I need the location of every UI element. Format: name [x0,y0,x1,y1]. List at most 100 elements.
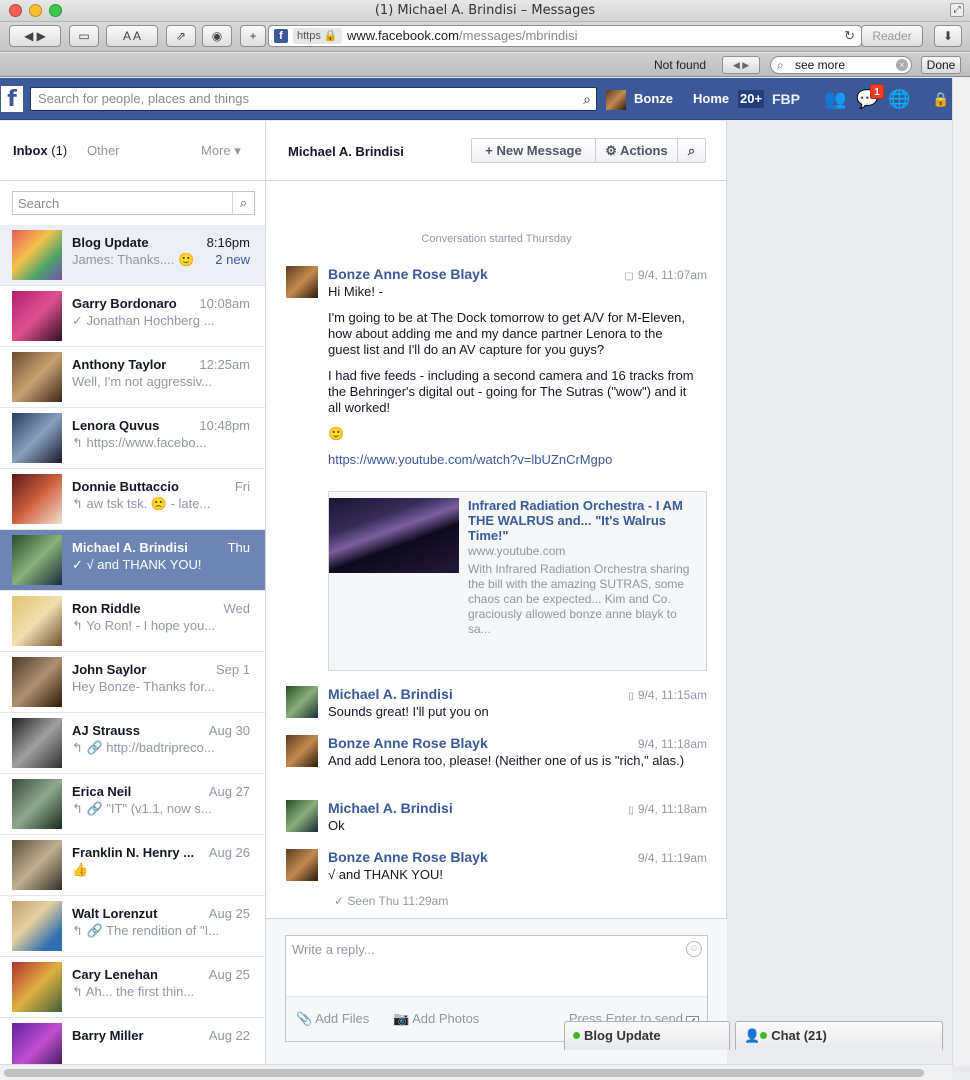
fbp-link[interactable]: FBP [772,88,800,110]
thread-name: Donnie Buttaccio [72,479,179,494]
message-sender[interactable]: Michael A. Brindisi [328,686,453,702]
other-tab[interactable]: Other [87,143,120,158]
thread-item[interactable]: Anthony Taylor 12:25am Well, I'm not agg… [0,347,265,408]
thread-item[interactable]: Donnie Buttaccio Fri ↰ aw tsk tsk. 🙁 - l… [0,469,265,530]
search-icon[interactable]: ⌕ [677,138,706,163]
thread-item[interactable]: John Saylor Sep 1 Hey Bonze- Thanks for.… [0,652,265,713]
text-size-buttons[interactable]: A A [106,25,158,47]
find-input[interactable]: ⌕ see more × [770,56,912,74]
avatar [12,535,62,585]
fullscreen-icon[interactable]: ⤢ [950,3,964,17]
online-dot-icon [760,1032,768,1039]
reload-icon[interactable]: ↻ [844,26,855,46]
thread-snippet: ↰ Ah... the first thin... [72,984,195,999]
facebook-search-input[interactable] [38,88,568,109]
avatar[interactable] [286,266,318,298]
message-paragraph: I'm going to be at The Dock tomorrow to … [328,310,686,357]
more-dropdown[interactable]: More ▾ [201,143,241,159]
video-thumbnail[interactable] [329,498,459,573]
bookmarks-icon[interactable]: ▭ [69,25,99,47]
extension-icon[interactable]: ◉ [202,25,232,47]
new-message-button[interactable]: + New Message [471,138,596,163]
avatar[interactable] [286,800,318,832]
facebook-search[interactable]: ⌕ [30,87,597,111]
link-preview[interactable]: Infrared Radiation Orchestra - I AM THE … [328,491,707,671]
avatar[interactable] [286,849,318,881]
downloads-icon[interactable]: ⬇ [934,25,962,47]
thread-item[interactable]: Garry Bordonaro 10:08am ✓ Jonathan Hochb… [0,286,265,347]
conversation-header: Michael A. Brindisi + New Message ⚙ Acti… [266,121,727,181]
add-photos-button[interactable]: 📷 Add Photos [393,1011,479,1027]
thread-time: Aug 27 [208,784,250,799]
thread-item[interactable]: Ron Riddle Wed ↰ Yo Ron! - I hope you... [0,591,265,652]
thread-time: 12:25am [199,357,250,372]
message: Michael A. Brindisi ▯ 9/4, 11:18am Ok [286,800,707,840]
inbox-search[interactable]: ⌕ [12,191,255,215]
reader-button[interactable]: Reader [861,25,923,47]
inbox-search-input[interactable] [13,192,228,214]
thread-item[interactable]: Walt Lorenzut Aug 25 ↰ 🔗 The rendition o… [0,896,265,957]
notifications-globe-icon[interactable]: 🌐 [888,88,910,110]
thread-item[interactable]: AJ Strauss Aug 30 ↰ 🔗 http://badtripreco… [0,713,265,774]
vertical-scrollbar[interactable] [952,78,970,1066]
message-sender[interactable]: Bonze Anne Rose Blayk [328,849,488,865]
reply-input[interactable] [286,936,676,994]
thread-snippet: Well, I'm not aggressiv... [72,374,212,389]
thread-name: Ron Riddle [72,601,141,616]
avatar[interactable] [286,735,318,767]
thread-item[interactable]: Lenora Quvus 10:48pm ↰ https://www.faceb… [0,408,265,469]
youtube-link[interactable]: https://www.youtube.com/watch?v=lbUZnCrM… [328,452,612,467]
home-link[interactable]: Home [693,88,729,110]
conversation-column: Michael A. Brindisi + New Message ⚙ Acti… [266,121,727,1064]
chat-tab-blog-update[interactable]: Blog Update [564,1021,730,1050]
thread-item[interactable]: Blog Update 8:16pm James: Thanks.... 🙂 2… [0,225,265,286]
chat-sidebar-tab[interactable]: 👤 Chat (21) [735,1021,943,1050]
thread-snippet: ✓ Jonathan Hochberg ... [72,313,215,328]
message-paragraph: I had five feeds - including a second ca… [328,368,694,415]
avatar [12,657,62,707]
zoom-window-button[interactable] [49,4,62,17]
avatar [12,901,62,951]
minimize-window-button[interactable] [29,4,42,17]
actions-button[interactable]: ⚙ Actions [595,138,678,163]
back-forward-buttons[interactable]: ◀ ▶ [9,25,61,47]
search-icon[interactable]: ⌕ [583,88,591,110]
facebook-logo[interactable]: f [1,86,23,112]
close-window-button[interactable] [9,4,22,17]
thread-item[interactable]: Barry Miller Aug 22 [0,1018,265,1064]
address-bar[interactable]: f https 🔒 www.facebook.com/messages/mbri… [268,25,862,47]
message-sender[interactable]: Bonze Anne Rose Blayk [328,735,488,751]
thread-name: Barry Miller [72,1028,144,1043]
scrollbar-thumb[interactable] [4,1069,924,1077]
thread-time: Aug 25 [208,967,250,982]
find-done-button[interactable]: Done [921,56,961,74]
thread-name: John Saylor [72,662,147,677]
message-sender[interactable]: Michael A. Brindisi [328,800,453,816]
emoticon-picker-icon[interactable]: ☺ [686,941,702,957]
friend-requests-icon[interactable]: 👥 [824,88,846,110]
link-preview-domain: www.youtube.com [468,544,566,558]
find-prev-next-buttons[interactable]: ◀ ▶ [722,56,760,74]
thread-name: Michael A. Brindisi [72,540,188,555]
thread-item[interactable]: Franklin N. Henry ... Aug 26 👍 [0,835,265,896]
message: Bonze Anne Rose Blayk 9/4, 11:18am And a… [286,735,707,790]
thread-name: Erica Neil [72,784,132,799]
mobile-icon: ▯ [628,691,634,702]
profile-link[interactable]: Bonze [606,88,673,110]
thread-item-selected[interactable]: Michael A. Brindisi Thu ✓ √ and THANK YO… [0,530,265,591]
link-preview-title[interactable]: Infrared Radiation Orchestra - I AM THE … [468,498,700,543]
clear-icon[interactable]: × [896,59,908,71]
privacy-lock-icon[interactable]: 🔒 [930,88,952,110]
horizontal-scrollbar[interactable] [0,1064,952,1080]
facebook-favicon-icon: f [274,29,288,43]
message-sender[interactable]: Bonze Anne Rose Blayk [328,266,488,282]
chat-source-icon: ▢ [624,271,634,282]
share-icon[interactable]: ⇗ [166,25,196,47]
inbox-tab[interactable]: Inbox (1) [13,143,67,158]
thread-item[interactable]: Erica Neil Aug 27 ↰ 🔗 "IT" (v1.1, now s.… [0,774,265,835]
add-files-button[interactable]: 📎 Add Files [296,1011,369,1027]
add-tab-button[interactable]: + [240,25,266,47]
avatar[interactable] [286,686,318,718]
thread-item[interactable]: Cary Lenehan Aug 25 ↰ Ah... the first th… [0,957,265,1018]
search-icon[interactable]: ⌕ [232,192,254,214]
